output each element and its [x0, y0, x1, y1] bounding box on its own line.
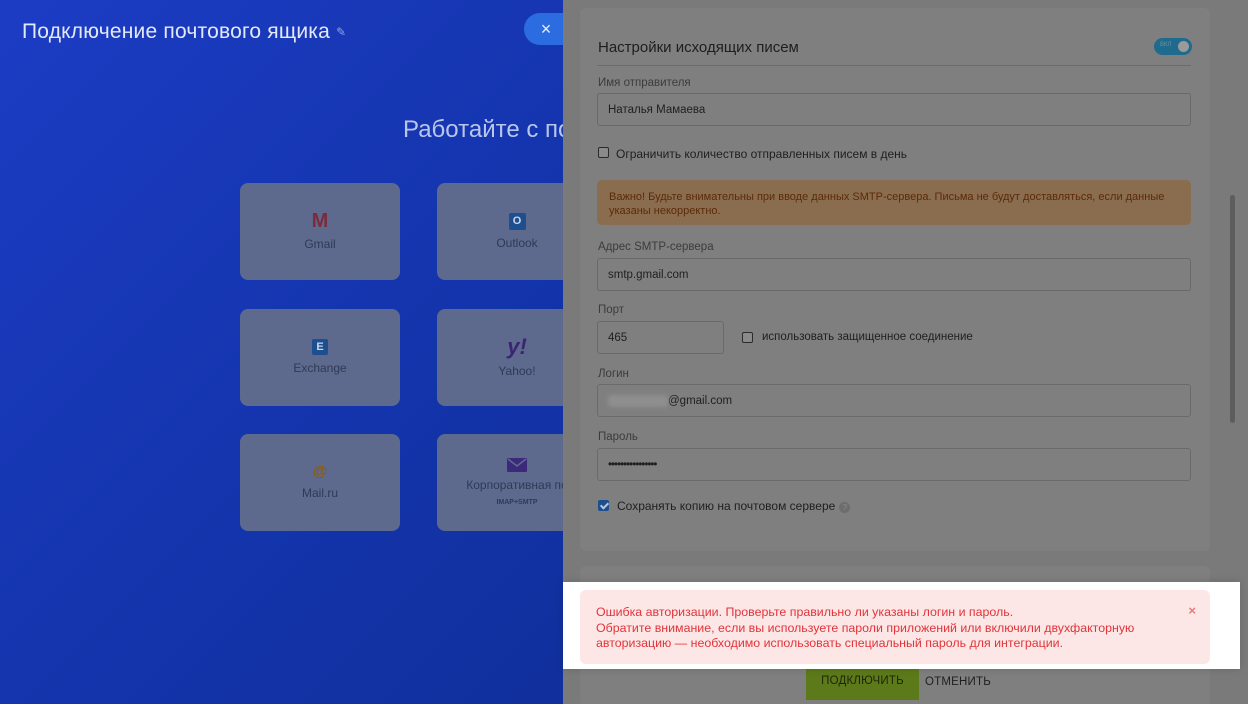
secure-connection-checkbox[interactable]: [742, 332, 753, 343]
limit-checkbox[interactable]: [598, 147, 609, 158]
cancel-button[interactable]: ОТМЕНИТЬ: [925, 676, 991, 688]
provider-tile-exchange[interactable]: E Exchange: [240, 309, 400, 406]
close-icon[interactable]: ×: [1188, 603, 1196, 619]
page-title: Подключение почтового ящика ✎: [22, 20, 347, 43]
provider-label: Yahoo!: [498, 364, 536, 379]
close-icon: ×: [540, 18, 552, 39]
divider: [597, 65, 1191, 66]
yahoo-icon: y!: [507, 334, 527, 360]
password-field[interactable]: ••••••••••••••••: [597, 448, 1191, 481]
login-label: Логин: [598, 368, 629, 380]
sender-name-field[interactable]: Наталья Мамаева: [597, 93, 1191, 126]
toggle-knob: [1178, 41, 1189, 52]
gmail-icon: M: [311, 210, 329, 233]
redacted-username: [608, 394, 668, 407]
provider-label: Exchange: [293, 361, 347, 376]
mailru-icon: @: [312, 463, 328, 481]
outgoing-settings-card: Настройки исходящих писем ВКЛ Имя отправ…: [580, 8, 1210, 551]
error-line-3: авторизацию — необходимо использовать сп…: [596, 636, 1064, 650]
outgoing-toggle[interactable]: ВКЛ: [1154, 38, 1192, 55]
help-icon[interactable]: ?: [839, 502, 851, 513]
smtp-warning: Важно! Будьте внимательны при вводе данн…: [597, 180, 1191, 225]
section-heading: Работайте с по: [403, 116, 572, 143]
provider-label: Gmail: [304, 237, 336, 252]
close-panel-button[interactable]: ×: [524, 13, 564, 45]
error-line-2: Обратите внимание, если вы используете п…: [596, 620, 1135, 635]
error-line-1: Ошибка авторизации. Проверьте правильно …: [596, 605, 1014, 619]
provider-tile-gmail[interactable]: M Gmail: [240, 183, 400, 280]
outlook-icon: O: [508, 212, 526, 230]
section-title: Настройки исходящих писем: [598, 39, 799, 56]
sender-name-label: Имя отправителя: [598, 77, 691, 89]
smtp-server-field[interactable]: smtp.gmail.com: [597, 258, 1191, 291]
exchange-icon: E: [312, 339, 328, 356]
provider-label: Outlook: [496, 235, 538, 250]
smtp-server-label: Адрес SMTP-сервера: [598, 241, 714, 253]
toggle-label: ВКЛ: [1160, 42, 1172, 48]
save-copy-label: Сохранять копию на почтовом сервере?: [617, 499, 851, 513]
provider-sublabel: IMAP+SMTP: [496, 498, 538, 506]
port-label: Порт: [598, 304, 625, 316]
envelope-icon: [507, 458, 527, 473]
provider-label: Корпоративная по IMAP+SMTP: [466, 478, 568, 506]
error-highlight: Ошибка авторизации. Проверьте правильно …: [563, 582, 1240, 669]
auth-error-alert: Ошибка авторизации. Проверьте правильно …: [580, 590, 1210, 664]
limit-checkbox-label: Ограничить количество отправленных писем…: [616, 147, 908, 161]
secure-connection-label: использовать защищенное соединение: [762, 331, 973, 343]
provider-tile-mailru[interactable]: @ Mail.ru: [240, 434, 400, 531]
save-copy-checkbox[interactable]: [598, 500, 609, 511]
pin-icon[interactable]: ✎: [336, 25, 346, 39]
port-field[interactable]: 465: [597, 321, 724, 354]
password-label: Пароль: [598, 431, 638, 443]
login-field[interactable]: @gmail.com: [597, 384, 1191, 417]
provider-label: Mail.ru: [301, 486, 338, 501]
scrollbar[interactable]: [1230, 195, 1235, 423]
